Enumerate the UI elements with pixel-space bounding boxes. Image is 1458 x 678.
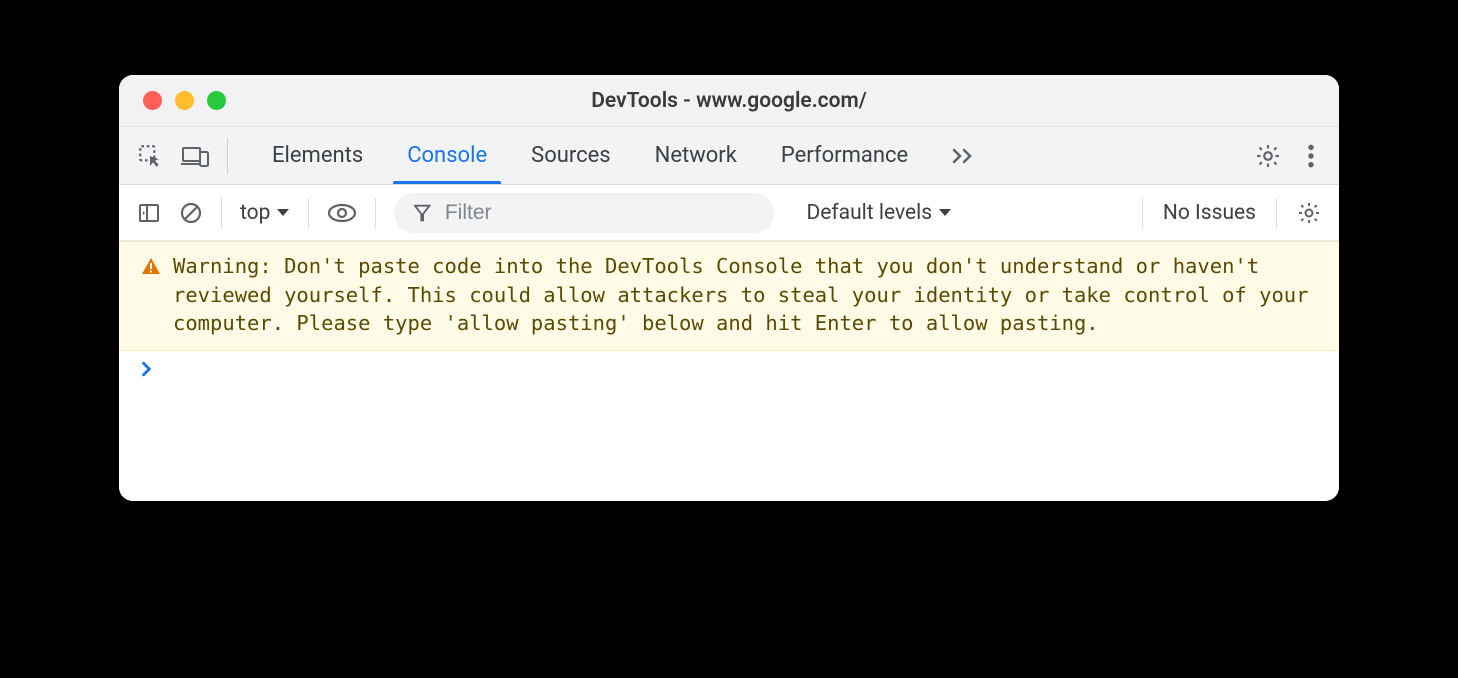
- device-toggle-icon[interactable]: [181, 143, 209, 169]
- close-window-button[interactable]: [143, 91, 162, 110]
- main-tabs-bar: Elements Console Sources Network Perform…: [119, 127, 1339, 185]
- fullscreen-window-button[interactable]: [207, 91, 226, 110]
- settings-icon[interactable]: [1255, 143, 1281, 169]
- console-warning-message: Warning: Don't paste code into the DevTo…: [119, 241, 1339, 351]
- filter-icon: [414, 203, 430, 223]
- context-selector[interactable]: top: [240, 201, 290, 225]
- separator: [308, 198, 309, 228]
- log-levels-selector[interactable]: Default levels: [806, 201, 952, 225]
- tab-performance[interactable]: Performance: [759, 127, 930, 184]
- levels-label: Default levels: [806, 201, 932, 225]
- minimize-window-button[interactable]: [175, 91, 194, 110]
- devtools-window: DevTools - www.google.com/ Elements Cons…: [119, 75, 1339, 501]
- toggle-sidebar-icon[interactable]: [137, 201, 161, 225]
- tabs-overflow-button[interactable]: [942, 146, 986, 166]
- issues-link[interactable]: No Issues: [1163, 201, 1256, 225]
- separator: [221, 198, 222, 228]
- console-toolbar: top Default levels No I: [119, 185, 1339, 241]
- titlebar: DevTools - www.google.com/: [119, 75, 1339, 127]
- tab-sources[interactable]: Sources: [509, 127, 633, 184]
- separator: [1142, 198, 1143, 228]
- separator: [1276, 198, 1277, 228]
- toolbar-right-icons: [1255, 143, 1321, 169]
- inspect-element-icon[interactable]: [137, 143, 163, 169]
- toolbar-left-icons: [137, 138, 228, 174]
- more-menu-icon[interactable]: [1307, 143, 1315, 169]
- tab-elements[interactable]: Elements: [250, 127, 385, 184]
- traffic-lights: [119, 91, 226, 110]
- panel-tabs: Elements Console Sources Network Perform…: [250, 127, 930, 184]
- context-label: top: [240, 201, 270, 225]
- tab-network[interactable]: Network: [633, 127, 759, 184]
- console-settings-icon[interactable]: [1297, 201, 1321, 225]
- live-expression-icon[interactable]: [327, 202, 357, 224]
- tab-console[interactable]: Console: [385, 127, 509, 184]
- filter-input[interactable]: [445, 201, 755, 225]
- prompt-chevron-icon: [141, 361, 153, 377]
- warning-triangle-icon: [141, 256, 161, 276]
- window-title: DevTools - www.google.com/: [591, 89, 867, 113]
- separator: [375, 198, 376, 228]
- console-body: Warning: Don't paste code into the DevTo…: [119, 241, 1339, 501]
- chevron-down-icon: [938, 208, 952, 218]
- warning-text: Warning: Don't paste code into the DevTo…: [173, 252, 1317, 338]
- chevron-down-icon: [276, 208, 290, 218]
- console-prompt[interactable]: [119, 351, 1339, 387]
- filter-input-container: [394, 193, 774, 233]
- clear-console-icon[interactable]: [179, 201, 203, 225]
